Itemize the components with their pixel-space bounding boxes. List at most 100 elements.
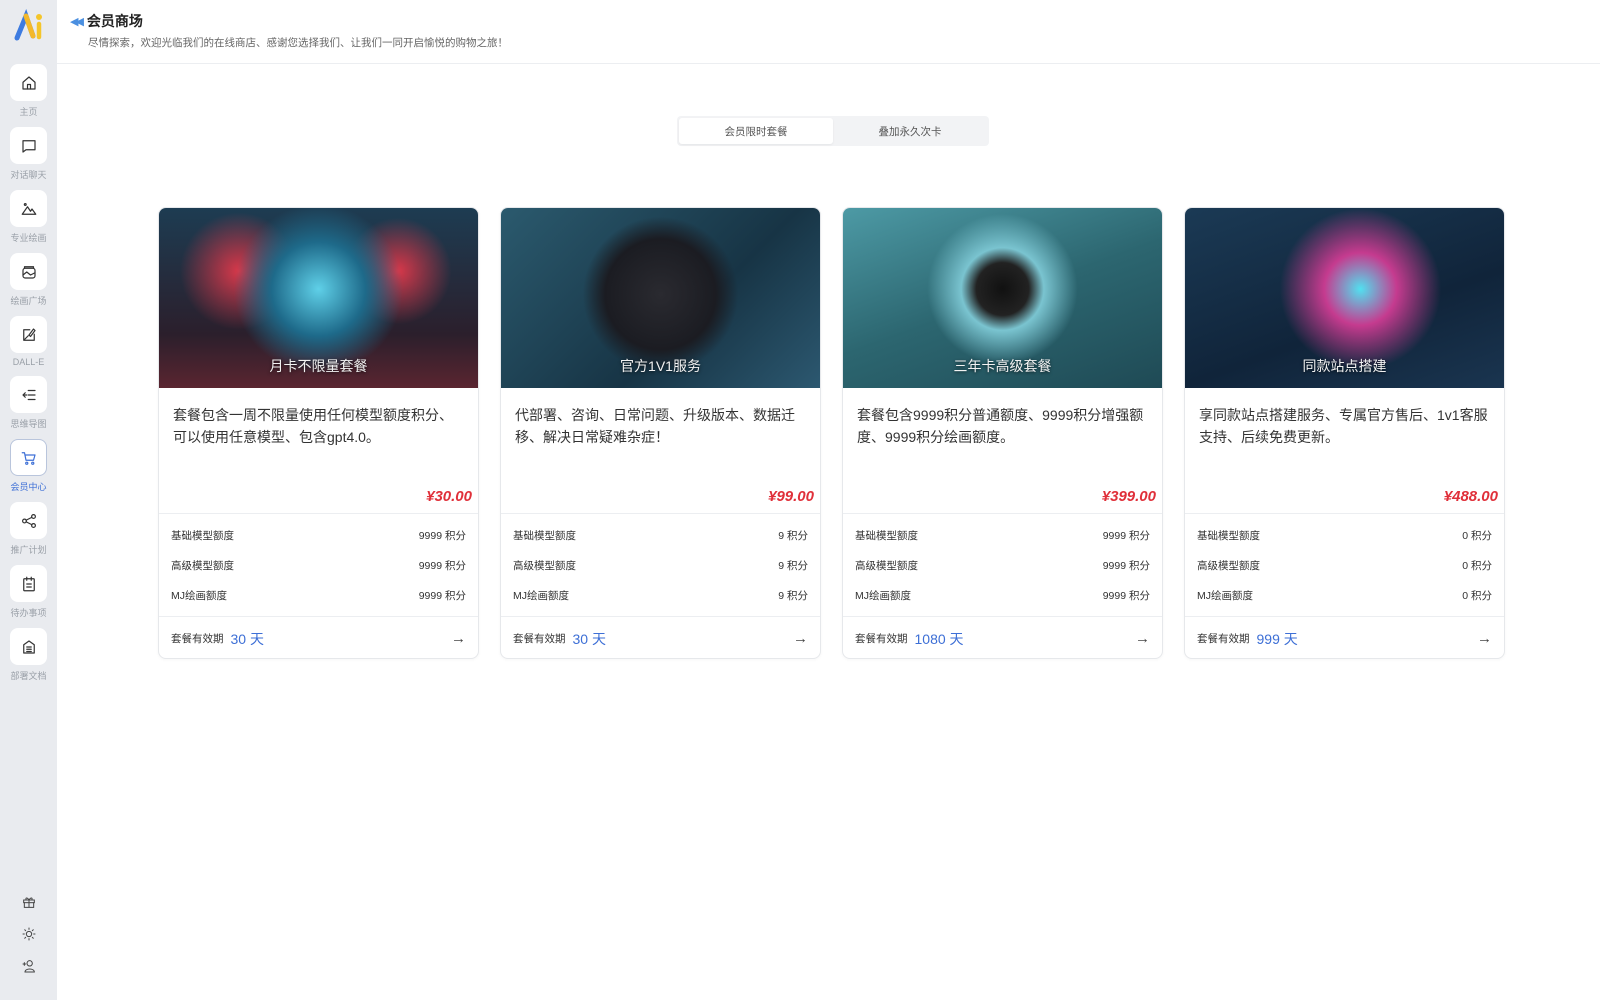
- package-card[interactable]: 三年卡高级套餐 套餐包含9999积分普通额度、9999积分增强额度、9999积分…: [842, 207, 1163, 659]
- package-description: 套餐包含一周不限量使用任何模型额度积分、可以使用任意模型、包含gpt4.0。: [173, 407, 453, 445]
- quota-row-basic: 基础模型额度 9 积分: [513, 520, 808, 550]
- package-image: 三年卡高级套餐: [843, 208, 1162, 388]
- tab-permanent-cards[interactable]: 叠加永久次卡: [833, 118, 987, 144]
- arrow-right-icon[interactable]: →: [451, 630, 466, 647]
- quota-value: 0 积分: [1462, 559, 1492, 572]
- package-card[interactable]: 月卡不限量套餐 套餐包含一周不限量使用任何模型额度积分、可以使用任意模型、包含g…: [158, 207, 479, 659]
- nav-label: 对话聊天: [10, 170, 47, 180]
- validity-label: 套餐有效期: [1197, 633, 1250, 645]
- image-edit-icon: [22, 327, 36, 341]
- validity-days: 30 天: [572, 630, 606, 647]
- page-subtitle: 尽情探索，欢迎光临我们的在线商店、感谢您选择我们、让我们一同开启愉悦的购物之旅！: [88, 37, 508, 49]
- sidebar-item-todo[interactable]: 待办事项: [10, 565, 47, 619]
- nav-label: 部署文档: [10, 671, 47, 681]
- validity-days: 30 天: [230, 630, 264, 647]
- package-card[interactable]: 同款站点搭建 享同款站点搭建服务、专属官方售后、1v1客服支持、后续免费更新。 …: [1184, 207, 1505, 659]
- collapse-icon[interactable]: ◀◀: [70, 15, 84, 28]
- share-icon: [21, 513, 36, 528]
- tab-limited-packages[interactable]: 会员限时套餐: [679, 118, 833, 144]
- nav-label: 推广计划: [10, 545, 47, 555]
- quota-label: 高级模型额度: [855, 559, 918, 572]
- quota-label: 基础模型额度: [171, 529, 234, 542]
- mountain-icon: [21, 202, 36, 215]
- quota-label: 高级模型额度: [513, 559, 576, 572]
- quota-value: 9999 积分: [1102, 559, 1150, 572]
- package-description: 代部署、咨询、日常问题、升级版本、数据迁移、解决日常疑难杂症！: [515, 407, 795, 445]
- sidebar-item-chat[interactable]: 对话聊天: [10, 127, 47, 181]
- quota-row-mj: MJ绘画额度 0 积分: [1197, 580, 1492, 610]
- quota-row-advanced: 高级模型额度 9 积分: [513, 550, 808, 580]
- nav-label: 待办事项: [10, 608, 47, 618]
- validity-label: 套餐有效期: [513, 633, 566, 645]
- quota-value: 9999 积分: [1102, 529, 1150, 542]
- package-card[interactable]: 官方1V1服务 代部署、咨询、日常问题、升级版本、数据迁移、解决日常疑难杂症！ …: [500, 207, 821, 659]
- quota-list: 基础模型额度 9999 积分 高级模型额度 9999 积分 MJ绘画额度 9999 积…: [843, 513, 1162, 610]
- nav-label: 专业绘画: [10, 233, 47, 243]
- home-icon: [21, 75, 36, 90]
- sidebar-item-dalle[interactable]: DALL-E: [10, 316, 47, 367]
- quota-value: 9 积分: [778, 589, 808, 602]
- chat-icon: [21, 139, 36, 153]
- gift-icon[interactable]: [21, 894, 37, 910]
- quota-value: 0 积分: [1462, 529, 1492, 542]
- package-price: ¥99.00: [768, 488, 814, 505]
- quota-label: 高级模型额度: [1197, 559, 1260, 572]
- nav-label: 主页: [19, 107, 38, 117]
- package-image: 月卡不限量套餐: [159, 208, 478, 388]
- validity-days: 999 天: [1256, 630, 1298, 647]
- quota-label: MJ绘画额度: [1197, 589, 1253, 602]
- quota-value: 9 积分: [778, 559, 808, 572]
- validity-days: 1080 天: [914, 630, 964, 647]
- package-image-title: 三年卡高级套餐: [953, 358, 1052, 374]
- cart-icon: [21, 451, 36, 465]
- quota-value: 9999 积分: [418, 559, 466, 572]
- quota-row-advanced: 高级模型额度 0 积分: [1197, 550, 1492, 580]
- quota-label: 基础模型额度: [513, 529, 576, 542]
- package-price: ¥488.00: [1443, 488, 1498, 505]
- sidebar: 主页 对话聊天 专业绘画 绘画广场 DALL-E 思维导图 会员中心 推广计划 …: [0, 0, 57, 1000]
- quota-value: 9999 积分: [1102, 589, 1150, 602]
- mindmap-icon: [21, 389, 36, 400]
- package-tabs: 会员限时套餐 叠加永久次卡: [677, 116, 989, 146]
- quota-value: 0 积分: [1462, 589, 1492, 602]
- document-icon: [22, 639, 35, 654]
- package-price: ¥30.00: [426, 488, 472, 505]
- quota-label: MJ绘画额度: [513, 589, 569, 602]
- nav-label: 会员中心: [10, 482, 47, 492]
- quota-row-mj: MJ绘画额度 9999 积分: [171, 580, 466, 610]
- quota-label: 基础模型额度: [855, 529, 918, 542]
- gallery-icon: [21, 265, 36, 279]
- quota-row-mj: MJ绘画额度 9999 积分: [855, 580, 1150, 610]
- sidebar-item-mindmap[interactable]: 思维导图: [10, 376, 47, 430]
- quota-row-mj: MJ绘画额度 9 积分: [513, 580, 808, 610]
- quota-row-advanced: 高级模型额度 9999 积分: [171, 550, 466, 580]
- clipboard-icon: [22, 576, 35, 591]
- package-footer: 套餐有效期 999 天 →: [1185, 616, 1504, 658]
- package-description: 享同款站点搭建服务、专属官方售后、1v1客服支持、后续免费更新。: [1199, 407, 1488, 445]
- package-image-title: 月卡不限量套餐: [269, 358, 368, 374]
- quota-list: 基础模型额度 0 积分 高级模型额度 0 积分 MJ绘画额度 0 积分: [1185, 513, 1504, 610]
- nav-label: DALL-E: [12, 357, 45, 367]
- sidebar-item-gallery[interactable]: 绘画广场: [10, 253, 47, 307]
- quota-label: MJ绘画额度: [855, 589, 911, 602]
- validity-label: 套餐有效期: [171, 633, 224, 645]
- package-price: ¥399.00: [1101, 488, 1156, 505]
- sidebar-item-docs[interactable]: 部署文档: [10, 628, 47, 682]
- arrow-right-icon[interactable]: →: [1477, 630, 1492, 647]
- arrow-right-icon[interactable]: →: [1135, 630, 1150, 647]
- sidebar-item-promotion[interactable]: 推广计划: [10, 502, 47, 556]
- quota-value: 9999 积分: [418, 589, 466, 602]
- sidebar-item-painting[interactable]: 专业绘画: [10, 190, 47, 244]
- page-title: 会员商场: [86, 13, 143, 29]
- arrow-right-icon[interactable]: →: [793, 630, 808, 647]
- add-user-icon[interactable]: [21, 958, 37, 974]
- validity-label: 套餐有效期: [855, 633, 908, 645]
- sun-icon[interactable]: [21, 926, 37, 942]
- sidebar-item-member-center[interactable]: 会员中心: [10, 439, 47, 493]
- sidebar-item-home[interactable]: 主页: [10, 64, 47, 118]
- package-footer: 套餐有效期 30 天 →: [159, 616, 478, 658]
- quota-list: 基础模型额度 9999 积分 高级模型额度 9999 积分 MJ绘画额度 9999 积…: [159, 513, 478, 610]
- logo[interactable]: [11, 8, 47, 44]
- package-footer: 套餐有效期 1080 天 →: [843, 616, 1162, 658]
- quota-row-advanced: 高级模型额度 9999 积分: [855, 550, 1150, 580]
